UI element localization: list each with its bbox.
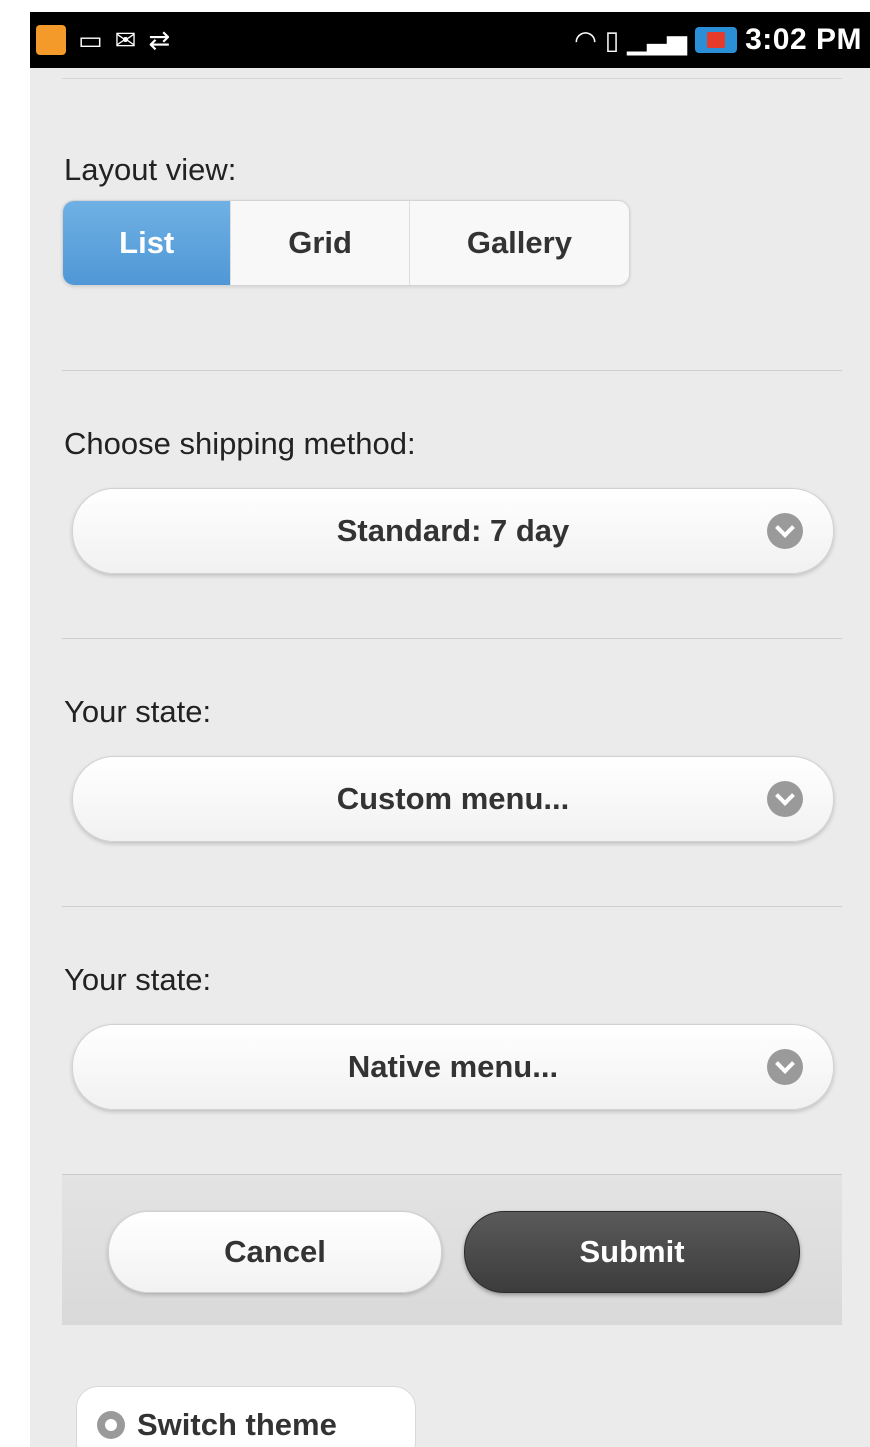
photo-notification-icon <box>36 25 66 55</box>
divider <box>62 78 842 79</box>
status-bar: ▭ ✉ ⇄ ◠ ▯ ▁▃▅ 3:02 PM <box>30 12 870 68</box>
state-custom-label: Your state: <box>64 694 212 729</box>
state-native-label: Your state: <box>64 962 212 997</box>
layout-view-segmented-control: List Grid Gallery <box>62 200 630 286</box>
state-native-select[interactable]: Native menu... <box>72 1024 834 1110</box>
submit-button[interactable]: Submit <box>464 1211 800 1293</box>
battery-charging-icon <box>695 27 738 53</box>
divider <box>62 638 842 639</box>
shipping-method-value: Standard: 7 day <box>336 513 570 548</box>
usb-icon: ⇄ <box>148 25 171 55</box>
chevron-down-icon <box>767 1049 803 1085</box>
signal-icon: ▁▃▅ <box>627 25 688 55</box>
wifi-icon: ◠ <box>574 25 597 55</box>
segment-grid[interactable]: Grid <box>231 201 410 285</box>
chevron-down-icon <box>767 513 803 549</box>
gmail-icon: ✉ <box>114 25 137 55</box>
form-footer-bar: Cancel Submit <box>62 1174 842 1325</box>
system-icons: ◠ ▯ ▁▃▅ 3:02 PM <box>574 22 862 58</box>
shipping-method-label: Choose shipping method: <box>64 426 416 461</box>
segment-gallery[interactable]: Gallery <box>410 201 629 285</box>
message-icon: ▭ <box>78 25 103 55</box>
divider <box>62 906 842 907</box>
vibrate-icon: ▯ <box>604 25 620 55</box>
state-native-value: Native menu... <box>347 1049 559 1084</box>
notification-icons: ▭ ✉ ⇄ <box>36 22 170 58</box>
status-time: 3:02 PM <box>745 23 862 56</box>
chevron-down-icon <box>767 781 803 817</box>
divider <box>62 370 842 371</box>
layout-view-label: Layout view: <box>64 152 237 187</box>
shipping-method-select[interactable]: Standard: 7 day <box>72 488 834 574</box>
gear-icon <box>97 1411 125 1439</box>
switch-theme-button[interactable]: Switch theme <box>76 1386 416 1447</box>
app-screen: ▭ ✉ ⇄ ◠ ▯ ▁▃▅ 3:02 PM Layout view: List … <box>30 12 870 1447</box>
cancel-button[interactable]: Cancel <box>108 1211 442 1293</box>
switch-theme-label: Switch theme <box>137 1407 337 1442</box>
state-custom-select[interactable]: Custom menu... <box>72 756 834 842</box>
segment-list[interactable]: List <box>63 201 232 285</box>
state-custom-value: Custom menu... <box>336 781 570 816</box>
